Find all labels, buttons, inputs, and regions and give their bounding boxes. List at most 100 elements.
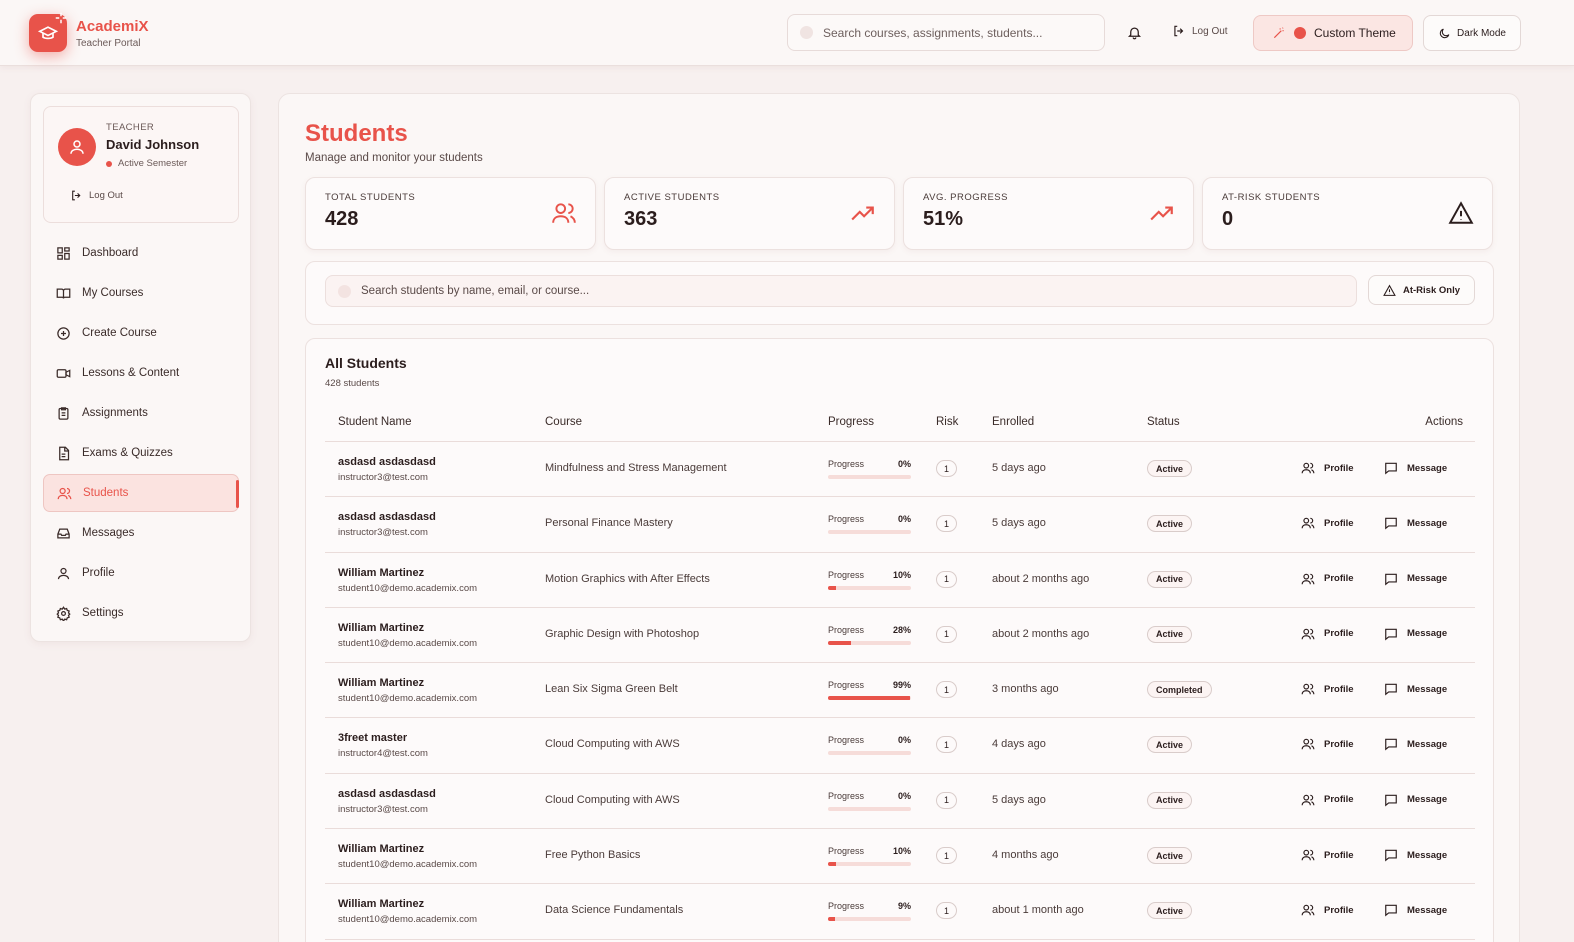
message-label: Message — [1407, 738, 1448, 750]
progress-bar — [828, 475, 911, 479]
student-course: Free Python Basics — [545, 849, 641, 862]
progress-value: 0% — [897, 790, 911, 801]
profile-button[interactable]: Profile — [1301, 793, 1354, 807]
sidebar-item-create-course[interactable]: Create Course — [43, 314, 239, 352]
message-button[interactable]: Message — [1384, 572, 1447, 586]
user-icon — [57, 567, 70, 579]
table-row[interactable]: William Martinez student10@demo.academix… — [325, 663, 1475, 719]
global-search-input[interactable]: Search courses, assignments, students... — [787, 14, 1105, 51]
users-icon — [1301, 573, 1315, 584]
message-button[interactable]: Message — [1384, 848, 1447, 862]
progress-bar-fill — [828, 862, 837, 867]
student-search-input[interactable]: Search students by name, email, or cours… — [325, 275, 1357, 307]
table-row[interactable]: asdasd asdasdasd instructor3@test.com Cl… — [325, 774, 1475, 830]
progress-value: 10% — [892, 569, 911, 580]
sidebar-item-messages[interactable]: Messages — [43, 514, 239, 552]
table-row[interactable]: 3freet master instructor4@test.com Cloud… — [325, 718, 1475, 774]
student-name[interactable]: William Martinez — [338, 898, 424, 910]
sidebar-item-settings[interactable]: Settings — [43, 594, 239, 632]
dark-mode-button[interactable]: Dark Mode — [1423, 15, 1521, 51]
column-header-student-name[interactable]: Student Name — [338, 416, 412, 428]
profile-button[interactable]: Profile — [1301, 682, 1354, 696]
at-risk-only-button[interactable]: At-Risk Only — [1368, 275, 1475, 305]
at-risk-only-label: At-Risk Only — [1402, 284, 1460, 296]
column-header-progress[interactable]: Progress — [828, 416, 874, 428]
users-icon — [57, 487, 72, 499]
table-row[interactable]: William Martinez student10@demo.academix… — [325, 829, 1475, 885]
status-badge: Active — [1147, 902, 1193, 920]
student-course: Personal Finance Mastery — [545, 517, 673, 530]
student-name[interactable]: William Martinez — [338, 677, 424, 689]
message-button[interactable]: Message — [1384, 461, 1447, 475]
header-logout-button[interactable]: Log Out — [1172, 24, 1228, 38]
message-button[interactable]: Message — [1384, 516, 1447, 530]
student-name[interactable]: 3freet master — [338, 732, 407, 744]
status-badge: Active — [1147, 515, 1193, 533]
progress-cell: Progress 99% — [828, 680, 911, 701]
profile-button[interactable]: Profile — [1301, 903, 1354, 917]
student-name[interactable]: asdasd asdasdasd — [338, 788, 436, 800]
theme-color-swatch — [1294, 27, 1306, 39]
stat-label: ACTIVE STUDENTS — [624, 192, 720, 203]
notifications-button[interactable] — [1127, 25, 1142, 40]
column-header-actions: Actions — [1425, 416, 1463, 428]
users-icon — [1301, 683, 1315, 695]
profile-button[interactable]: Profile — [1301, 516, 1354, 530]
profile-button[interactable]: Profile — [1301, 848, 1354, 862]
sidebar-item-dashboard[interactable]: Dashboard — [43, 234, 239, 272]
avatar[interactable] — [58, 128, 96, 166]
progress-bar — [828, 585, 911, 590]
sidebar-logout-button[interactable]: Log Out — [70, 189, 123, 202]
table-row[interactable]: asdasd asdasdasd instructor3@test.com Pe… — [325, 497, 1475, 553]
message-button[interactable]: Message — [1384, 793, 1447, 807]
progress-bar — [828, 806, 911, 811]
student-name[interactable]: asdasd asdasdasd — [338, 456, 436, 468]
status-badge: Active — [1147, 736, 1193, 754]
student-name[interactable]: asdasd asdasdasd — [338, 511, 436, 523]
profile-button[interactable]: Profile — [1301, 461, 1354, 475]
student-name[interactable]: William Martinez — [338, 622, 424, 634]
page-subtitle: Manage and monitor your students — [305, 152, 483, 164]
sidebar-item-profile[interactable]: Profile — [43, 554, 239, 592]
progress-value: 28% — [892, 624, 911, 635]
progress-cell: Progress 10% — [828, 846, 911, 867]
profile-button[interactable]: Profile — [1301, 737, 1354, 751]
profile-button[interactable]: Profile — [1301, 572, 1354, 586]
column-header-course[interactable]: Course — [545, 416, 582, 428]
gear-icon — [56, 605, 71, 621]
bell-icon — [1127, 27, 1142, 40]
table-row[interactable]: William Martinez student10@demo.academix… — [325, 553, 1475, 608]
table-row[interactable]: asdasd asdasdasd instructor3@test.com Mi… — [325, 442, 1475, 498]
column-header-status[interactable]: Status — [1147, 416, 1180, 428]
message-button[interactable]: Message — [1384, 682, 1447, 696]
progress-bar — [828, 862, 911, 867]
sidebar-item-students[interactable]: Students — [43, 474, 239, 512]
sidebar: TEACHER David Johnson Active Semester Lo… — [30, 93, 251, 642]
message-button[interactable]: Message — [1384, 903, 1447, 917]
progress-value: 0% — [897, 514, 911, 525]
student-name[interactable]: William Martinez — [338, 843, 424, 855]
message-icon — [1385, 849, 1397, 862]
table-row[interactable]: William Martinez student10@demo.academix… — [325, 608, 1475, 664]
student-name[interactable]: William Martinez — [338, 567, 424, 579]
profile-label: Profile — [1324, 517, 1354, 529]
table-count: 428 students — [325, 378, 380, 389]
sidebar-item-exams[interactable]: Exams & Quizzes — [43, 434, 239, 472]
sidebar-item-assignments[interactable]: Assignments — [43, 394, 239, 432]
column-header-enrolled[interactable]: Enrolled — [992, 416, 1034, 428]
semester-label: Active Semester — [118, 158, 188, 169]
column-header-risk[interactable]: Risk — [936, 416, 958, 428]
sidebar-item-my-courses[interactable]: My Courses — [43, 274, 239, 312]
table-row[interactable]: William Martinez student10@demo.academix… — [325, 884, 1475, 940]
sidebar-logout-label: Log Out — [89, 190, 123, 201]
risk-badge: 1 — [936, 625, 957, 643]
sidebar-item-lessons[interactable]: Lessons & Content — [43, 354, 239, 392]
stat-label: TOTAL STUDENTS — [325, 192, 416, 203]
message-button[interactable]: Message — [1384, 737, 1447, 751]
custom-theme-button[interactable]: Custom Theme — [1253, 15, 1413, 51]
message-label: Message — [1407, 849, 1448, 861]
message-button[interactable]: Message — [1384, 627, 1447, 641]
profile-button[interactable]: Profile — [1301, 627, 1354, 641]
moon-icon — [1439, 28, 1450, 38]
user-icon — [70, 140, 84, 154]
